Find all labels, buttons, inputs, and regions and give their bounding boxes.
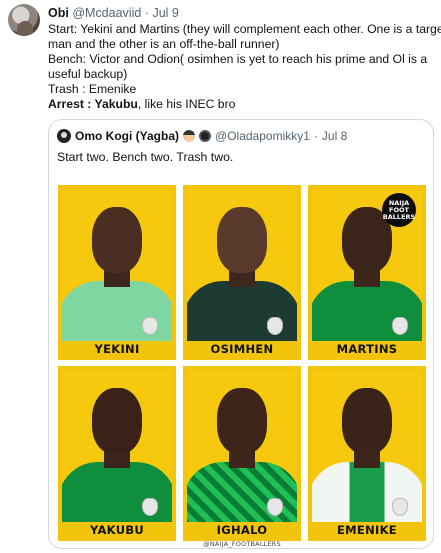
player-photo	[187, 189, 297, 341]
author-name[interactable]: Obi	[48, 6, 69, 20]
player-photo	[62, 189, 172, 341]
player-card: EMENIKE	[308, 366, 426, 541]
tweet-line: Start: Yekini and Martins (they will com…	[48, 22, 441, 36]
tweet-header: Obi @Mcdaaviid · Jul 9	[48, 5, 179, 21]
tweet-text: Start: Yekini and Martins (they will com…	[48, 22, 441, 112]
quoted-tweet[interactable]: Omo Kogi (Yagba) @Oladapomikky1 · Jul 8 …	[48, 119, 434, 549]
arrest-sep: :	[83, 97, 95, 111]
face-emoji-icon	[199, 130, 212, 142]
author-avatar[interactable]	[8, 4, 40, 36]
player-head	[92, 388, 142, 454]
quote-text: Start two. Bench two. Trash two.	[57, 150, 234, 164]
quote-author-handle[interactable]: @Oladapomikky1	[215, 128, 310, 144]
tweet-line: man and the other is an off-the-ball run…	[48, 37, 280, 51]
player-photo	[62, 370, 172, 522]
person-emoji-icon	[183, 130, 196, 142]
crest-icon	[392, 317, 408, 335]
player-card: NAIJA FOOT BALLERS MARTINS	[308, 185, 426, 360]
player-name: OSIMHEN	[210, 342, 274, 356]
player-head	[92, 207, 142, 273]
player-name: EMENIKE	[337, 523, 397, 537]
player-head	[217, 388, 267, 454]
tweet-line: Bench: Victor and Odion( osimhen is yet …	[48, 52, 428, 66]
crest-icon	[142, 317, 158, 335]
naija-footballers-logo: NAIJA FOOT BALLERS	[382, 193, 416, 227]
quote-separator: ·	[313, 129, 318, 143]
player-head	[342, 388, 392, 454]
player-card: OSIMHEN	[183, 185, 301, 360]
crest-icon	[392, 498, 408, 516]
tweet-line-arrest: Arrest : Yakubu, like his INEC bro	[48, 97, 436, 112]
player-head	[217, 207, 267, 273]
player-photo: NAIJA FOOT BALLERS	[312, 189, 422, 341]
player-card: YAKUBU	[58, 366, 176, 541]
tweet-line: Trash : Emenike	[48, 82, 137, 96]
arrest-rest: , like his INEC bro	[137, 97, 236, 111]
arrest-name: Yakubu	[94, 97, 138, 111]
crest-icon	[267, 317, 283, 335]
crest-icon	[267, 498, 283, 516]
arrest-label: Arrest	[48, 97, 84, 111]
player-photo	[312, 370, 422, 522]
tweet[interactable]: Obi @Mcdaaviid · Jul 9 Start: Yekini and…	[0, 0, 441, 553]
quote-author-name[interactable]: Omo Kogi (Yagba)	[75, 128, 179, 144]
player-photo	[187, 370, 297, 522]
quote-header: Omo Kogi (Yagba) @Oladapomikky1 · Jul 8	[57, 128, 347, 144]
tweet-line: useful backup)	[48, 67, 128, 81]
quote-date[interactable]: Jul 8	[322, 128, 347, 144]
image-watermark: @NAIJA_FOOTBALLERS	[203, 540, 281, 548]
player-name: YAKUBU	[89, 523, 145, 537]
crest-icon	[142, 498, 158, 516]
player-grid-image[interactable]: YEKINI OSIMHEN NAIJA FOOT BALLERS MARTIN…	[58, 185, 426, 548]
author-handle[interactable]: @Mcdaaviid	[72, 6, 141, 20]
player-card: YEKINI	[58, 185, 176, 360]
player-name: IGHALO	[216, 523, 268, 537]
player-card: IGHALO	[183, 366, 301, 541]
player-name: MARTINS	[336, 342, 398, 356]
player-name: YEKINI	[94, 342, 140, 356]
quote-author-avatar[interactable]	[57, 129, 71, 143]
header-separator: ·	[144, 6, 149, 20]
badge-text: BALLERS	[382, 213, 416, 221]
tweet-date[interactable]: Jul 9	[152, 6, 178, 20]
